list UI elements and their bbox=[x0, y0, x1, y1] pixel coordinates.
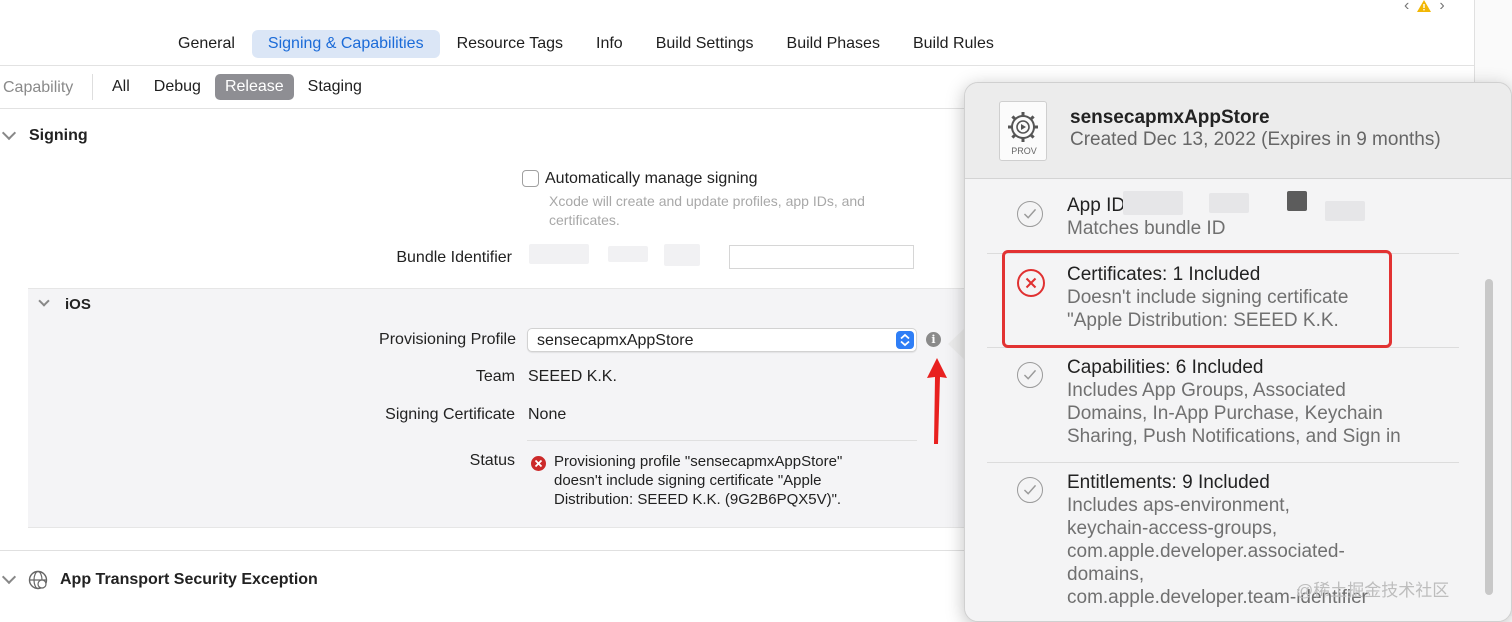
chevron-left-icon[interactable]: ‹ bbox=[1404, 0, 1409, 14]
filter-debug[interactable]: Debug bbox=[144, 74, 211, 100]
status-line: Provisioning profile "sensecapmxAppStore… bbox=[554, 453, 843, 470]
prov-label: PROV bbox=[1011, 146, 1037, 156]
desc-line: keychain-access-groups, bbox=[1067, 518, 1278, 539]
divider bbox=[527, 440, 917, 441]
capabilities-desc: Includes App Groups, Associated Domains,… bbox=[1067, 379, 1447, 448]
filter-release[interactable]: Release bbox=[214, 74, 294, 100]
watermark: @稀土掘金技术社区 bbox=[1296, 581, 1450, 600]
auto-manage-signing-label: Automatically manage signing bbox=[545, 170, 758, 187]
tab-resource-tags[interactable]: Resource Tags bbox=[441, 30, 579, 58]
entitlements-title: Entitlements: 9 Included bbox=[1067, 472, 1270, 493]
bundle-identifier-label: Bundle Identifier bbox=[396, 249, 512, 266]
redacted-text bbox=[1209, 193, 1249, 213]
redacted-text bbox=[1325, 201, 1365, 221]
gear-icon bbox=[1008, 112, 1038, 142]
ios-section-title: iOS bbox=[65, 296, 91, 313]
tab-build-settings[interactable]: Build Settings bbox=[640, 30, 770, 58]
popover-detail-list: App ID Matches bundle ID Certificates: 1… bbox=[965, 179, 1511, 621]
status-label: Status bbox=[469, 452, 515, 469]
tab-build-rules[interactable]: Build Rules bbox=[897, 30, 1010, 58]
chevron-right-icon[interactable]: › bbox=[1439, 0, 1444, 14]
checkmark-icon bbox=[1017, 477, 1043, 503]
globe-icon bbox=[28, 570, 48, 590]
provisioning-file-icon: PROV bbox=[999, 101, 1047, 161]
ats-section-title: App Transport Security Exception bbox=[60, 571, 318, 588]
desc-line: Domains, In-App Purchase, Keychain bbox=[1067, 403, 1383, 424]
redacted-text bbox=[1123, 191, 1183, 215]
chevron-down-icon[interactable] bbox=[1, 125, 17, 141]
filter-all[interactable]: All bbox=[102, 74, 140, 100]
hint-line: certificates. bbox=[549, 212, 620, 228]
tab-info[interactable]: Info bbox=[580, 30, 639, 58]
scrollbar[interactable] bbox=[1485, 279, 1493, 595]
tab-build-phases[interactable]: Build Phases bbox=[771, 30, 896, 58]
divider bbox=[92, 74, 93, 100]
redacted-text bbox=[608, 246, 648, 262]
desc-line: Includes aps-environment, bbox=[1067, 495, 1290, 516]
red-highlight-annotation bbox=[1002, 250, 1392, 348]
auto-manage-signing-checkbox[interactable] bbox=[522, 170, 539, 187]
capabilities-title: Capabilities: 6 Included bbox=[1067, 357, 1264, 378]
bundle-identifier-field[interactable] bbox=[729, 245, 914, 269]
redacted-text bbox=[664, 244, 700, 266]
popover-title: sensecapmxAppStore bbox=[1070, 107, 1270, 128]
provisioning-profile-label: Provisioning Profile bbox=[379, 331, 516, 348]
provisioning-profile-popup[interactable]: sensecapmxAppStore bbox=[527, 328, 917, 352]
warning-icon[interactable] bbox=[1417, 0, 1432, 12]
app-id-desc: Matches bundle ID bbox=[1067, 218, 1226, 239]
status-line: Distribution: SEEED K.K. (9G2B6PQX5V)". bbox=[554, 491, 842, 508]
redacted-text bbox=[529, 244, 589, 264]
signing-section-title: Signing bbox=[29, 127, 88, 144]
desc-line: Sharing, Push Notifications, and Sign in bbox=[1067, 426, 1401, 447]
team-label: Team bbox=[475, 368, 515, 385]
error-icon bbox=[531, 456, 546, 471]
popover-header: PROV sensecapmxAppStore Created Dec 13, … bbox=[965, 83, 1511, 179]
redacted-text bbox=[1287, 191, 1307, 211]
status-message: Provisioning profile "sensecapmxAppStore… bbox=[554, 452, 914, 509]
red-arrow-annotation bbox=[927, 358, 947, 444]
tab-general[interactable]: General bbox=[162, 30, 251, 58]
team-value: SEEED K.K. bbox=[528, 368, 617, 385]
signing-certificate-label: Signing Certificate bbox=[385, 406, 515, 423]
nav-controls: ‹ › bbox=[1404, 0, 1445, 14]
popover-subtitle: Created Dec 13, 2022 (Expires in 9 month… bbox=[1070, 129, 1441, 150]
popover-arrow bbox=[948, 328, 965, 360]
editor-tab-bar: ‹ › General Signing & Capabilities Resou… bbox=[0, 0, 1474, 66]
desc-line: Includes App Groups, Associated bbox=[1067, 380, 1346, 401]
desc-line: com.apple.developer.associated- bbox=[1067, 541, 1345, 562]
status-line: doesn't include signing certificate "App… bbox=[554, 472, 822, 489]
app-id-title: App ID bbox=[1067, 195, 1126, 216]
configuration-filters: All Debug Release Staging bbox=[102, 74, 376, 100]
signing-certificate-value: None bbox=[528, 406, 567, 423]
chevron-down-icon[interactable] bbox=[1, 569, 17, 585]
info-icon[interactable]: i bbox=[926, 332, 941, 347]
filter-staging[interactable]: Staging bbox=[298, 74, 372, 100]
auto-manage-hint: Xcode will create and update profiles, a… bbox=[549, 192, 865, 230]
editor-tabs: General Signing & Capabilities Resource … bbox=[162, 30, 1011, 58]
checkmark-icon bbox=[1017, 362, 1043, 388]
provisioning-profile-popover: PROV sensecapmxAppStore Created Dec 13, … bbox=[964, 82, 1512, 622]
hint-line: Xcode will create and update profiles, a… bbox=[549, 193, 865, 209]
provisioning-profile-value: sensecapmxAppStore bbox=[537, 332, 694, 349]
popup-stepper-icon bbox=[896, 331, 914, 349]
tab-signing-capabilities[interactable]: Signing & Capabilities bbox=[251, 30, 440, 58]
divider bbox=[987, 462, 1459, 463]
checkmark-icon bbox=[1017, 201, 1043, 227]
add-capability-button[interactable]: Capability bbox=[3, 79, 73, 97]
